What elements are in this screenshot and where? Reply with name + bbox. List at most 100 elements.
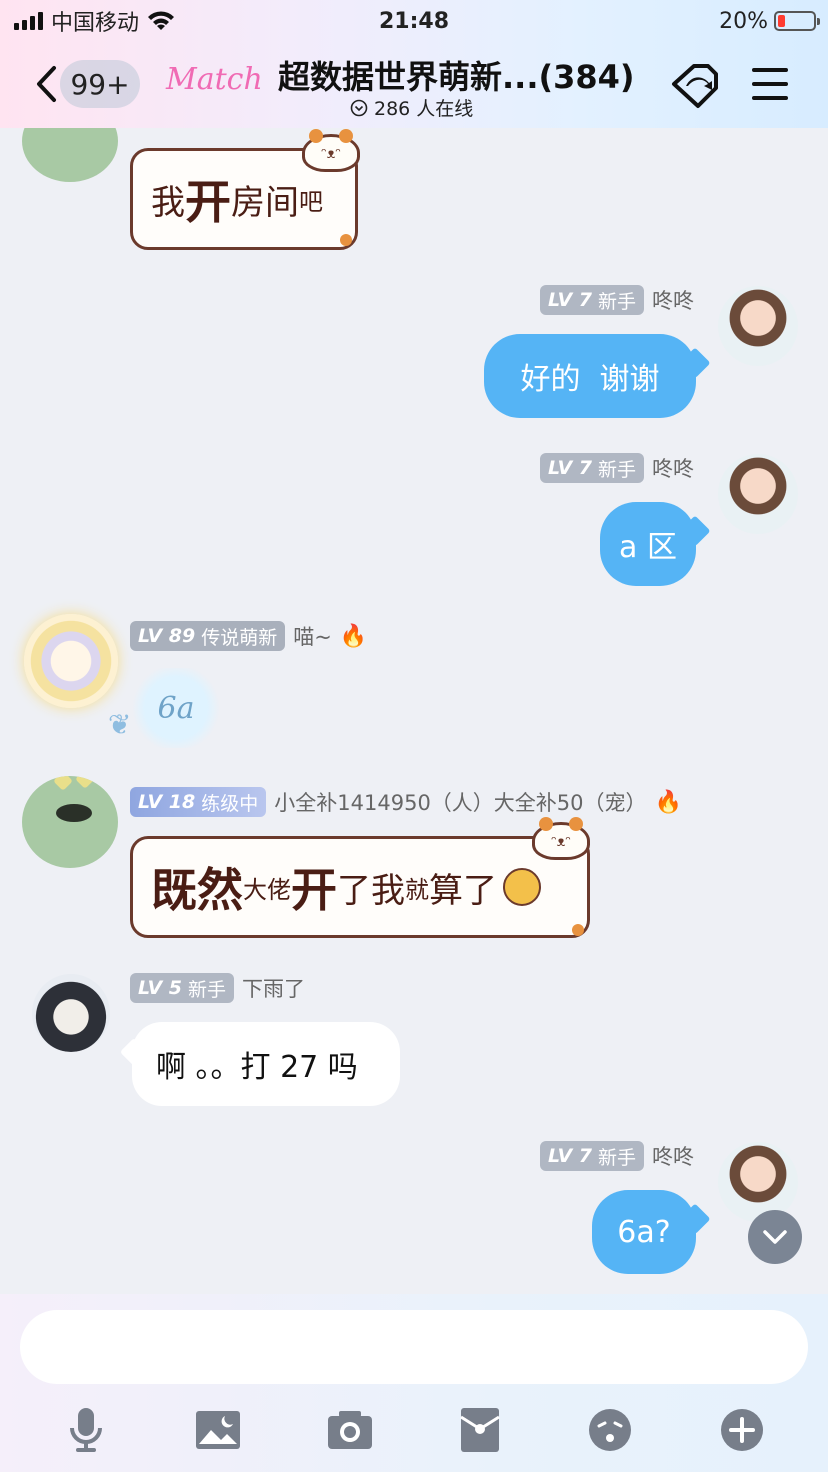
message-text-part: 我: [151, 182, 185, 223]
level-value: LV 5: [138, 977, 183, 999]
avatar[interactable]: [24, 614, 118, 708]
sender-name: 喵~: [293, 625, 332, 649]
sender-name: 下雨了: [242, 977, 306, 1001]
fire-badge-icon: 🔥: [339, 623, 368, 649]
message-bubble[interactable]: 6a?: [592, 1190, 696, 1274]
rank-label: 新手: [188, 978, 227, 1001]
bubble-corner-dot: [340, 234, 352, 246]
sender-meta: LV 5 新手 下雨了: [130, 972, 305, 1004]
message-bubble[interactable]: a 区: [600, 502, 696, 586]
chat-title: 超数据世界萌新...(384): [278, 58, 635, 96]
message-text-part: 房间: [231, 182, 299, 223]
tag-share-icon: [672, 64, 718, 108]
message-text-part: 大佬: [243, 875, 291, 904]
message-text-part: 开: [291, 863, 337, 917]
level-tag: LV 7 新手: [539, 453, 644, 483]
chevron-down-icon: [763, 1230, 787, 1244]
message-text-part: 吧: [299, 187, 323, 216]
avatar-mouth: [56, 804, 92, 822]
level-value: LV 89: [138, 625, 196, 647]
rank-label: 新手: [597, 458, 636, 481]
avatar[interactable]: [718, 454, 798, 534]
message-text: 好的 谢谢: [520, 362, 660, 397]
sender-meta: LV 7 新手 咚咚: [539, 452, 694, 484]
sticker-message[interactable]: 6a: [128, 668, 224, 748]
match-logo: Match: [166, 61, 263, 97]
level-value: LV 18: [138, 791, 196, 813]
level-tag: LV 18 练级中: [130, 787, 267, 817]
signal-icon: [14, 12, 43, 30]
more-button[interactable]: [718, 1406, 766, 1454]
message-text-part: 算: [429, 870, 463, 911]
red-packet-icon: [460, 1408, 500, 1452]
plus-icon: [721, 1409, 763, 1451]
level-tag: LV 5 新手: [130, 973, 235, 1003]
message-text: a 区: [619, 530, 677, 565]
rank-label: 传说萌新: [201, 626, 278, 649]
fire-badge-icon: 🔥: [654, 789, 682, 815]
avatar[interactable]: [718, 286, 798, 366]
camera-icon: [328, 1411, 372, 1449]
avatar[interactable]: [32, 974, 110, 1052]
image-button[interactable]: [194, 1406, 242, 1454]
sender-meta: LV 7 新手 咚咚: [539, 284, 694, 316]
wifi-icon: [148, 11, 175, 30]
input-area: [0, 1294, 828, 1472]
chat-list[interactable]: 我 开 房间 吧 ᵔᴥᵔ LV 7 新手 咚咚 好的 谢谢 LV 7 新手 咚咚 a…: [0, 128, 828, 1294]
chevron-left-icon: [37, 66, 56, 102]
message-text: 6a?: [617, 1214, 671, 1250]
avatar[interactable]: [22, 128, 118, 182]
level-value: LV 7: [547, 289, 592, 311]
level-tag: LV 89 传说萌新: [130, 621, 286, 651]
scroll-to-bottom-button[interactable]: [748, 1210, 802, 1264]
red-packet-button[interactable]: [456, 1406, 504, 1454]
menu-bar: [752, 82, 788, 86]
sender-name: 咚咚: [652, 289, 694, 313]
rank-label: 练级中: [201, 792, 259, 815]
sticker-text: 6a: [157, 690, 195, 726]
status-right: 20%: [719, 6, 820, 36]
emoji-button[interactable]: [586, 1406, 634, 1454]
unread-badge[interactable]: 99+: [60, 60, 140, 108]
input-toolbar: [0, 1398, 828, 1458]
online-count-label: 286 人在线: [374, 98, 474, 120]
level-tag: LV 7 新手: [539, 285, 644, 315]
hamster-sticker-icon: ᵔᴥᵔ: [302, 129, 360, 172]
message-bubble[interactable]: 好的 谢谢: [484, 334, 696, 418]
voice-button[interactable]: [62, 1406, 110, 1454]
message-text-part: 既然: [151, 863, 243, 917]
image-icon: [196, 1411, 240, 1449]
level-value: LV 7: [547, 457, 592, 479]
battery-percent: 20%: [719, 8, 768, 34]
back-button[interactable]: [30, 62, 62, 106]
sender-name: 咚咚: [652, 1145, 694, 1169]
message-text-part: 就: [405, 875, 429, 904]
rank-label: 新手: [597, 1146, 636, 1169]
message-bubble[interactable]: 既然 大佬 开 了 我 就 算 了: [130, 836, 590, 938]
avatar-spike: [53, 776, 73, 791]
shiba-emoji-icon: [503, 868, 541, 906]
message-text-part: 了: [337, 870, 371, 911]
top-bar: 中国移动 21:48 20% 99+ Match 超数据世界萌新...(384)…: [0, 0, 828, 128]
chevron-down-circle-icon: [350, 99, 368, 116]
avatar[interactable]: [718, 1142, 798, 1222]
avatar-spike: [75, 776, 95, 789]
carrier-label: 中国移动: [51, 11, 140, 36]
bubble-corner-dot: [572, 924, 584, 936]
online-count[interactable]: 286 人在线: [350, 94, 473, 121]
status-left: 中国移动: [14, 6, 175, 36]
menu-button[interactable]: [750, 64, 790, 104]
mic-icon: [70, 1408, 102, 1452]
menu-bar: [752, 68, 788, 72]
share-button[interactable]: [668, 58, 724, 114]
level-value: LV 7: [547, 1145, 592, 1167]
camera-button[interactable]: [326, 1406, 374, 1454]
message-text-part: 我: [371, 870, 405, 911]
message-input[interactable]: [20, 1310, 808, 1384]
message-text-part: 了: [463, 870, 497, 911]
sender-meta: LV 7 新手 咚咚: [539, 1140, 694, 1172]
sender-meta: LV 89 传说萌新 喵~ 🔥: [130, 620, 367, 652]
feather-icon: ❦: [108, 708, 132, 741]
avatar[interactable]: [22, 776, 118, 868]
message-bubble[interactable]: 啊 。。打 27 吗: [132, 1022, 400, 1106]
